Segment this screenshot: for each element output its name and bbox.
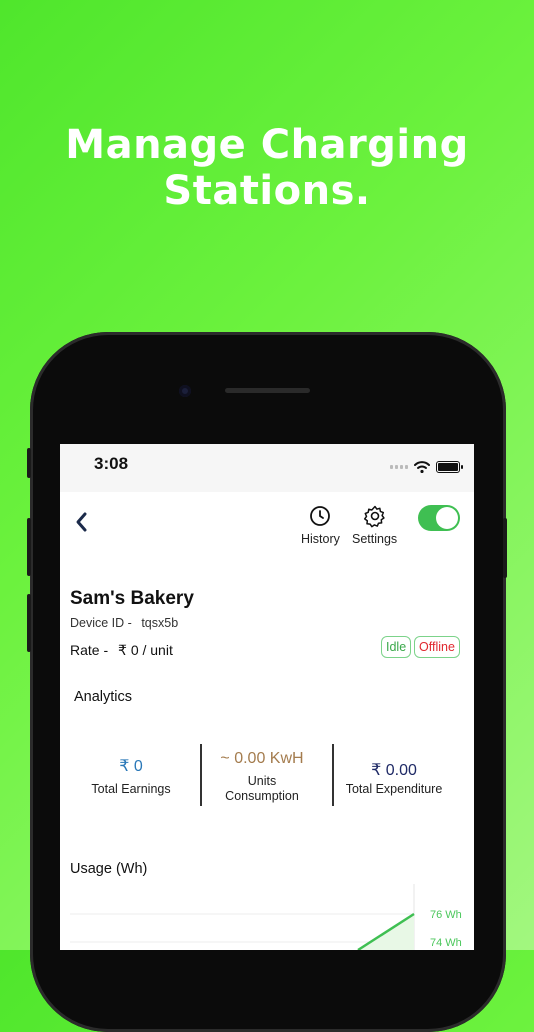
rate-label: Rate -	[70, 642, 109, 658]
units-label-line-1: Units	[247, 774, 277, 788]
rate-value: ₹ 0 / unit	[118, 642, 173, 658]
units-consumption-value: ~ 0.00 KwH	[220, 750, 304, 767]
signal-icon	[390, 465, 408, 469]
promo-headline: Manage Charging Stations.	[0, 122, 534, 214]
rate-row: Rate - ₹ 0 / unit	[70, 642, 173, 659]
y-tick-label: 74 Wh	[430, 937, 462, 949]
usage-chart: 76 Wh 74 Wh	[70, 884, 462, 950]
back-button[interactable]	[72, 510, 92, 534]
wifi-icon	[414, 461, 430, 473]
toggle-knob	[436, 507, 458, 529]
promo-headline-line-1: Manage Charging	[65, 122, 469, 168]
app-screen: 3:08 History Settings Sam's Bakery Devic…	[60, 444, 474, 950]
total-expenditure-label: Total Expenditure	[345, 782, 443, 796]
total-expenditure-stat: ₹ 0.00 Total Expenditure	[338, 760, 450, 797]
station-name: Sam's Bakery	[70, 588, 194, 609]
phone-volume-down	[27, 594, 31, 652]
analytics-title: Analytics	[74, 689, 133, 705]
clock-icon	[310, 506, 331, 526]
total-expenditure-value: ₹ 0.00	[371, 762, 417, 779]
stat-divider-1	[200, 744, 202, 806]
y-tick-label: 76 Wh	[430, 909, 462, 921]
phone-power-button	[503, 518, 507, 578]
units-label-line-2: Consumption	[225, 789, 299, 803]
stat-divider-2	[332, 744, 334, 806]
offline-badge: Offline	[414, 636, 460, 658]
total-earnings-stat: ₹ 0 Total Earnings	[80, 756, 182, 797]
units-consumption-stat: ~ 0.00 KwH Units Consumption	[206, 750, 318, 804]
front-camera	[179, 385, 191, 397]
status-icons	[390, 461, 463, 473]
power-toggle[interactable]	[418, 505, 460, 531]
total-earnings-value: ₹ 0	[119, 758, 143, 775]
units-consumption-label: Units Consumption	[206, 774, 318, 804]
device-id-label: Device ID -	[70, 616, 132, 630]
settings-label: Settings	[352, 532, 398, 546]
phone-mute-switch	[27, 448, 31, 478]
promo-headline-line-2: Stations.	[163, 168, 371, 214]
history-button[interactable]: History	[301, 504, 340, 546]
total-earnings-label: Total Earnings	[91, 782, 171, 796]
idle-badge: Idle	[381, 636, 412, 658]
device-id-value: tqsx5b	[141, 616, 179, 630]
device-id-row: Device ID - tqsx5b	[70, 616, 178, 630]
chevron-left-icon	[76, 512, 87, 532]
status-time: 3:08	[94, 454, 129, 473]
gear-icon	[363, 505, 385, 528]
battery-icon	[436, 461, 463, 473]
usage-title: Usage (Wh)	[70, 861, 148, 877]
history-label: History	[301, 532, 340, 546]
settings-button[interactable]: Settings	[352, 504, 397, 546]
earpiece-speaker	[225, 388, 310, 393]
phone-volume-up	[27, 518, 31, 576]
status-bar: 3:08	[60, 444, 474, 492]
